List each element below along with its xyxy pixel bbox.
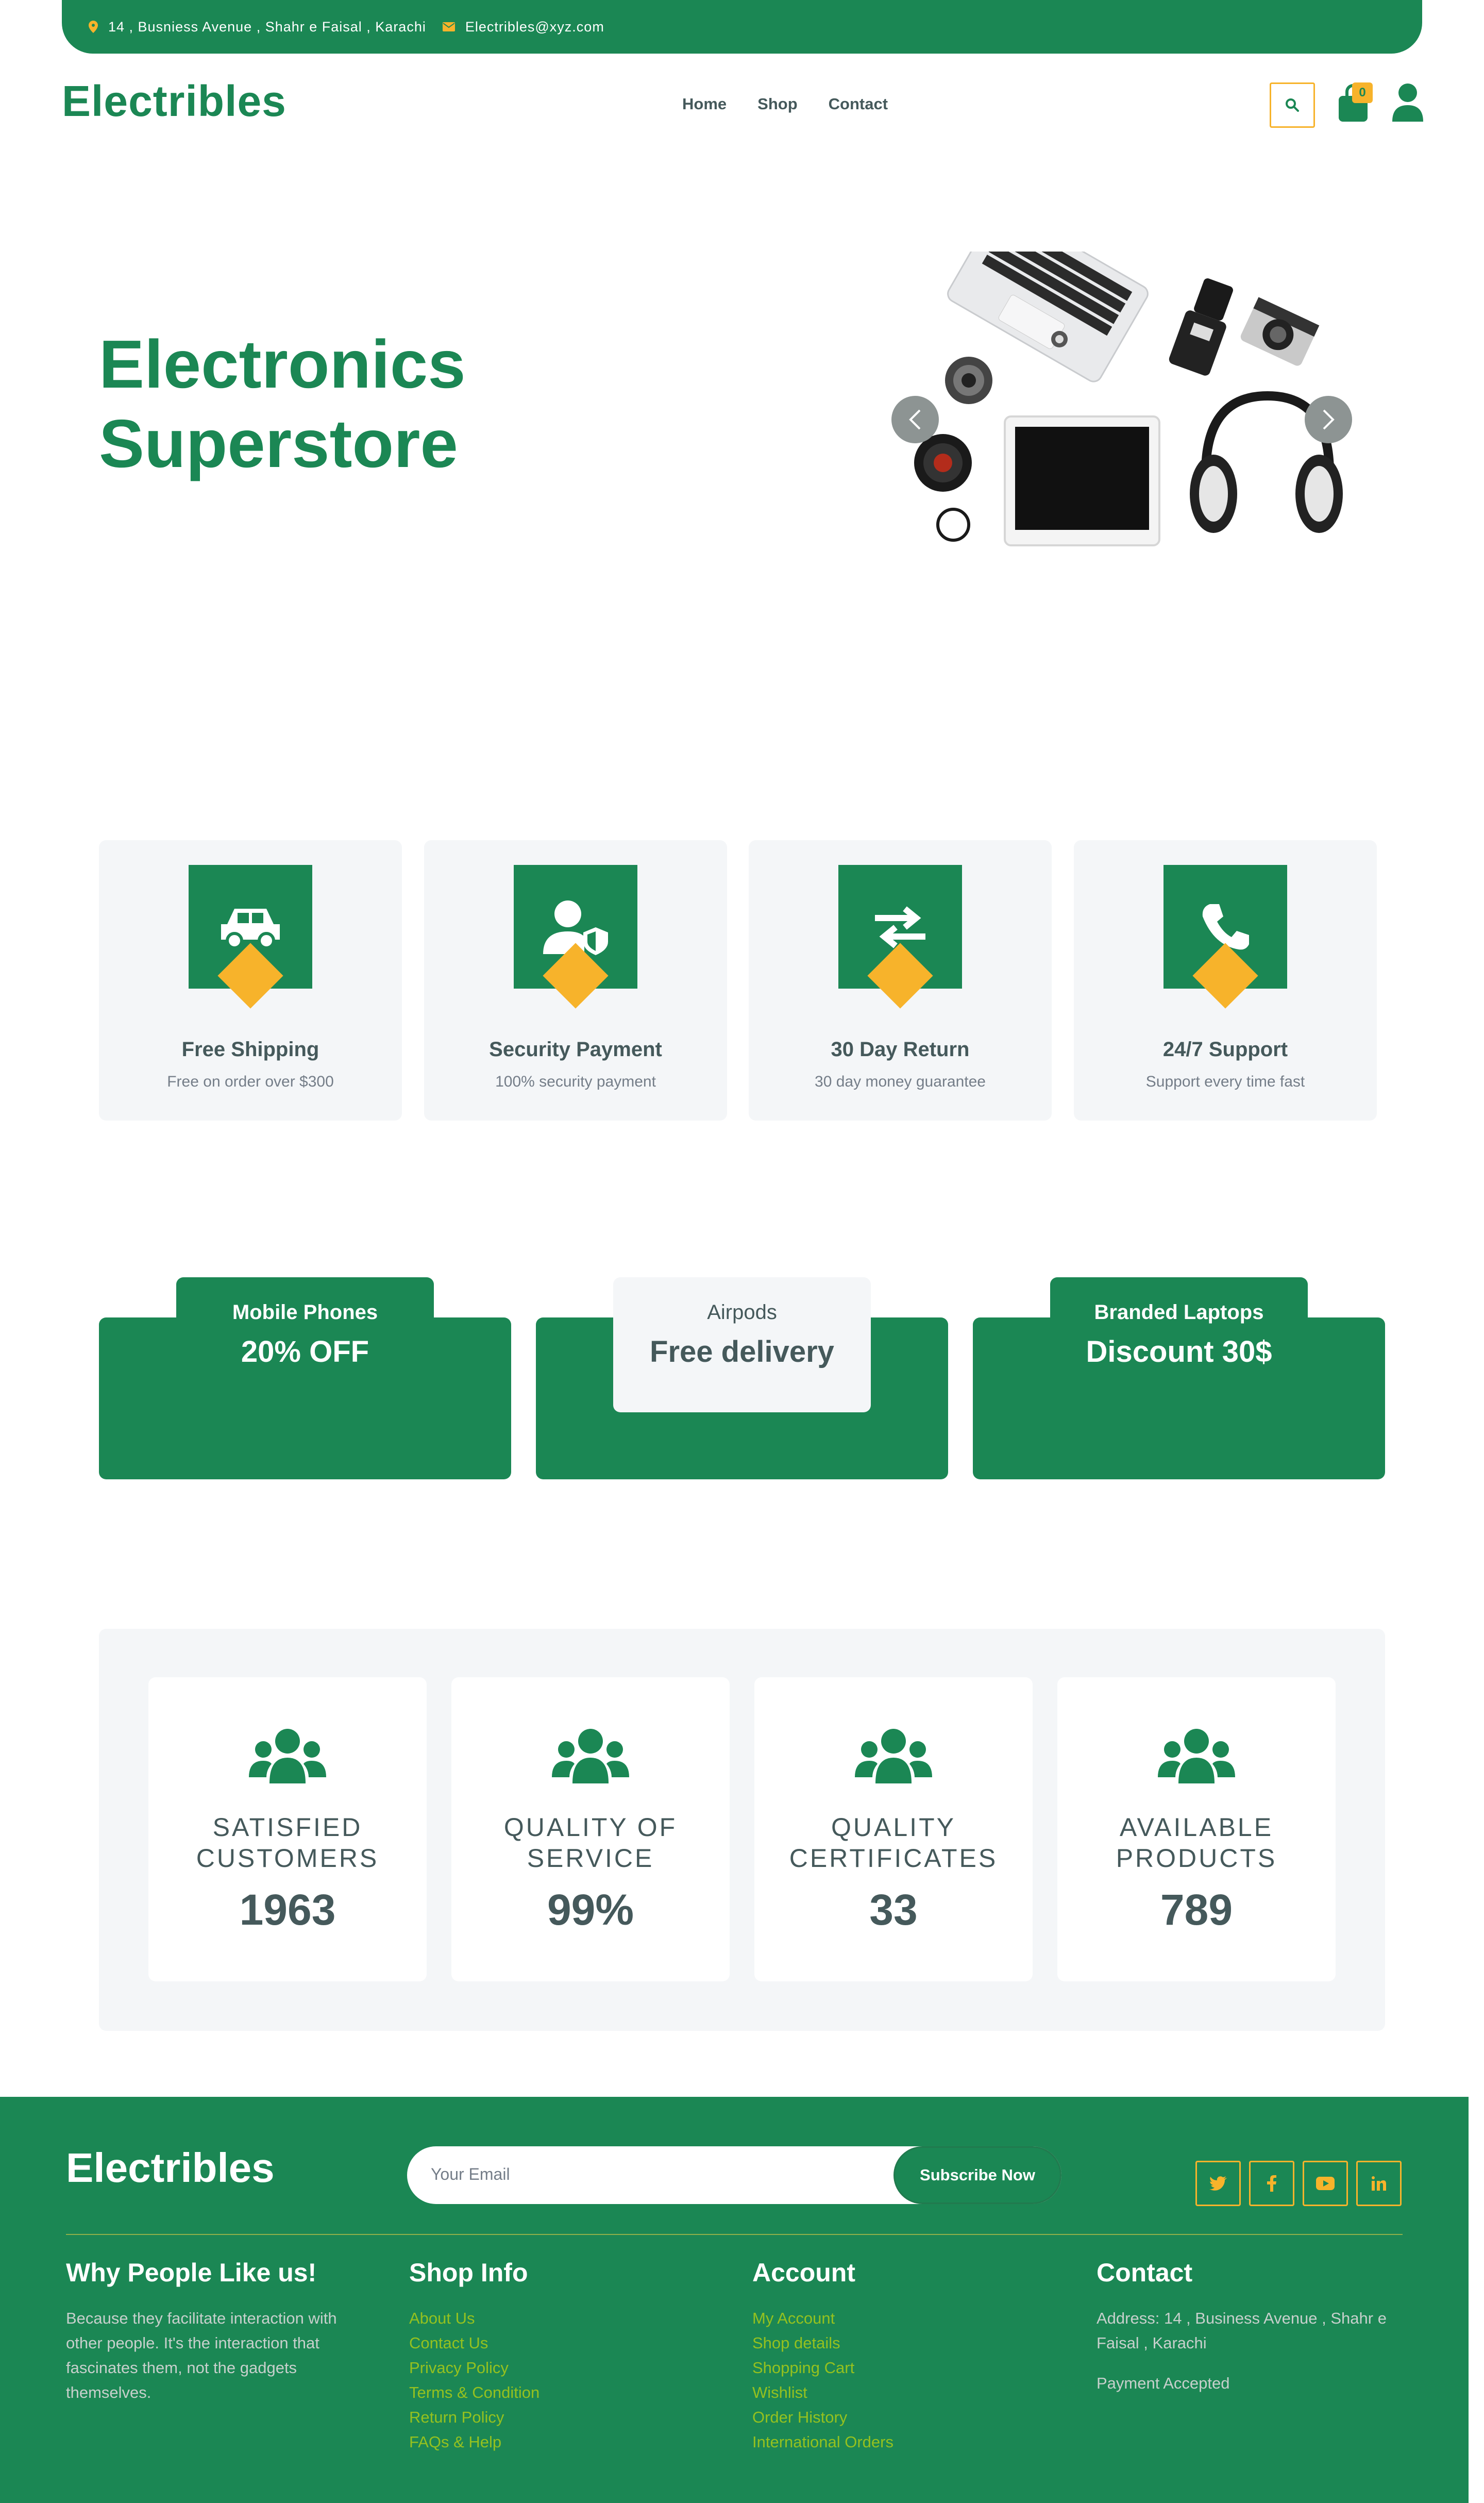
footer-link[interactable]: Privacy Policy — [409, 2356, 539, 2380]
users-icon — [855, 1729, 932, 1783]
search-button[interactable] — [1270, 82, 1315, 128]
footer-col-shop-info: Shop Info About Us Contact Us Privacy Po… — [409, 2258, 539, 2455]
chevron-left-icon — [909, 409, 921, 430]
nav-shop[interactable]: Shop — [757, 95, 798, 113]
footer-link[interactable]: FAQs & Help — [409, 2430, 539, 2455]
linkedin-button[interactable] — [1356, 2161, 1402, 2206]
feature-card-security-payment: Security Payment 100% security payment — [424, 840, 727, 1121]
envelope-icon — [442, 22, 455, 31]
email-input[interactable]: Your Email — [431, 2165, 510, 2184]
users-icon — [249, 1729, 326, 1783]
linkedin-icon — [1372, 2176, 1386, 2191]
footer-heading: Account — [752, 2258, 855, 2287]
nav-home[interactable]: Home — [682, 95, 727, 113]
chevron-right-icon — [1323, 409, 1335, 430]
stat-card-products: Available Products 789 — [1057, 1677, 1336, 1981]
facebook-icon — [1267, 2175, 1276, 2192]
footer-payment-text: Payment Accepted — [1097, 2374, 1230, 2392]
twitter-button[interactable] — [1195, 2161, 1241, 2206]
promo-label: Airpods — [707, 1301, 777, 1324]
address-text: 14 , Busniess Avenue , Shahr e Faisal , … — [108, 19, 426, 35]
main-nav: Home Shop Contact — [682, 95, 888, 113]
user-icon[interactable] — [1391, 82, 1424, 124]
users-icon — [552, 1729, 629, 1783]
footer-link[interactable]: My Account — [752, 2306, 893, 2331]
hero-title-line2: Superstore — [99, 406, 458, 481]
youtube-button[interactable] — [1303, 2161, 1348, 2206]
promo-tab-branded-laptops[interactable]: Branded Laptops Discount 30$ — [1050, 1277, 1308, 1369]
footer-link[interactable]: Wishlist — [752, 2380, 893, 2405]
site-logo[interactable]: Electribles — [62, 76, 286, 126]
footer-col-account: Account My Account Shop details Shopping… — [752, 2258, 893, 2455]
stat-value: 1963 — [239, 1885, 336, 1934]
stat-label: Quality of Service — [503, 1813, 678, 1873]
feature-card-free-shipping: Free Shipping Free on order over $300 — [99, 840, 402, 1121]
promo-tab-airpods[interactable]: Airpods Free delivery — [613, 1277, 871, 1412]
stat-value: 33 — [869, 1885, 918, 1934]
feature-subtitle: Support every time fast — [1145, 1073, 1305, 1090]
electronics-illustration — [914, 252, 1343, 546]
feature-card-30-day-return: 30 Day Return 30 day money guarantee — [749, 840, 1052, 1121]
footer-logo[interactable]: Electribles — [66, 2144, 275, 2192]
youtube-icon — [1316, 2177, 1335, 2190]
cart-count-badge: 0 — [1352, 82, 1373, 103]
stat-value: 789 — [1160, 1885, 1233, 1934]
nav-contact[interactable]: Contact — [829, 95, 888, 113]
users-icon — [1158, 1729, 1235, 1783]
footer-heading: Why People Like us! — [66, 2258, 317, 2287]
address-item: 14 , Busniess Avenue , Shahr e Faisal , … — [89, 19, 426, 35]
feature-subtitle: 30 day money guarantee — [815, 1073, 986, 1090]
stat-label: Available Products — [1116, 1813, 1277, 1873]
email-text[interactable]: Electribles@xyz.com — [465, 19, 604, 35]
search-icon — [1286, 98, 1299, 112]
promo-label: Mobile Phones — [232, 1301, 378, 1324]
promo-offer: 20% OFF — [241, 1335, 369, 1369]
subscribe-button[interactable]: Subscribe Now — [893, 2146, 1061, 2204]
map-marker-icon — [89, 21, 98, 33]
footer-link[interactable]: Contact Us — [409, 2331, 539, 2356]
hero-title-line1: Electronics — [99, 326, 466, 402]
footer-link[interactable]: Order History — [752, 2405, 893, 2430]
footer-link[interactable]: Terms & Condition — [409, 2380, 539, 2405]
footer-link[interactable]: International Orders — [752, 2430, 893, 2455]
footer-link[interactable]: Return Policy — [409, 2405, 539, 2430]
footer-link[interactable]: Shopping Cart — [752, 2356, 893, 2380]
promo-tab-mobile-phones[interactable]: Mobile Phones 20% OFF — [176, 1277, 434, 1369]
stat-value: 99% — [547, 1885, 634, 1934]
promo-offer: Discount 30$ — [1086, 1335, 1272, 1369]
promo-offer: Free delivery — [650, 1335, 834, 1369]
footer-col-why: Why People Like us! Because they facilit… — [66, 2258, 355, 2405]
feature-title: 30 Day Return — [831, 1038, 970, 1061]
stat-card-customers: Satisfied Customers 1963 — [148, 1677, 427, 1981]
feature-subtitle: 100% security payment — [495, 1073, 656, 1090]
feature-subtitle: Free on order over $300 — [167, 1073, 334, 1090]
top-info-bar: 14 , Busniess Avenue , Shahr e Faisal , … — [62, 0, 1422, 54]
email-item[interactable]: Electribles@xyz.com — [442, 19, 604, 35]
promo-label: Branded Laptops — [1094, 1301, 1264, 1324]
footer-link[interactable]: About Us — [409, 2306, 539, 2331]
hero-title: Electronics Superstore — [99, 325, 466, 483]
carousel-prev-button[interactable] — [891, 396, 939, 443]
stat-label: Quality Certificates — [789, 1813, 998, 1873]
carousel-next-button[interactable] — [1305, 396, 1352, 443]
facebook-button[interactable] — [1249, 2161, 1294, 2206]
footer-heading: Shop Info — [409, 2258, 528, 2287]
footer-about-text: Because they facilitate interaction with… — [66, 2309, 337, 2401]
feature-card-247-support: 24/7 Support Support every time fast — [1074, 840, 1377, 1121]
footer-link[interactable]: Shop details — [752, 2331, 893, 2356]
stat-label: Satisfied Customers — [196, 1813, 379, 1873]
hero-carousel-image — [876, 252, 1371, 571]
stat-card-certificates: Quality Certificates 33 — [754, 1677, 1033, 1981]
twitter-icon — [1209, 2176, 1227, 2191]
footer-col-contact: Contact Address: 14 , Business Avenue , … — [1097, 2258, 1395, 2396]
footer-divider — [66, 2234, 1403, 2235]
feature-title: Free Shipping — [181, 1038, 319, 1061]
feature-title: 24/7 Support — [1162, 1038, 1288, 1061]
footer-heading: Contact — [1097, 2258, 1193, 2287]
feature-title: Security Payment — [489, 1038, 662, 1061]
stat-card-service: Quality of Service 99% — [451, 1677, 730, 1981]
footer-address: Address: 14 , Business Avenue , Shahr e … — [1097, 2309, 1387, 2352]
